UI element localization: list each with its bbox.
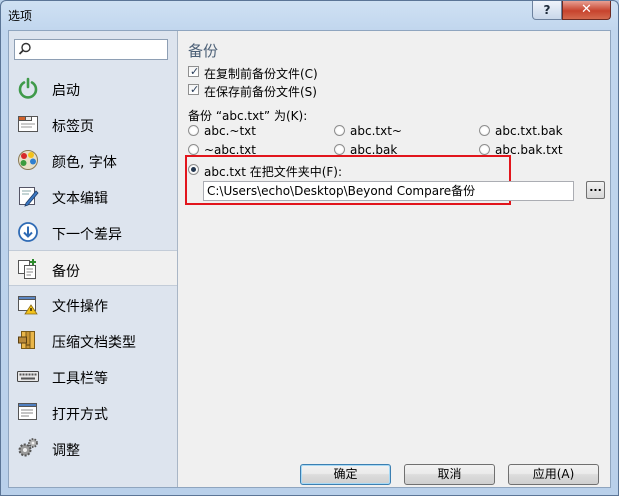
sidebar-item-label: 打开方式: [52, 407, 108, 423]
sidebar-item-backup[interactable]: 备份: [9, 250, 177, 286]
sidebar-item-label: 工具栏等: [52, 371, 108, 387]
open-with-icon: [18, 403, 37, 420]
sidebar-item-label: 启动: [52, 83, 80, 99]
checkbox-label: 在复制前备份文件(C): [204, 67, 318, 81]
sidebar-item-open-with[interactable]: 打开方式: [9, 394, 176, 430]
sidebar-item-tabs[interactable]: 标签页: [9, 106, 176, 142]
power-icon: [18, 77, 38, 99]
sidebar: 启动 标签页 颜色, 字体 文本编辑 下一个差异 备份 文件操作 压缩文档类型 …: [9, 31, 178, 487]
radio-label: abc.txt~: [350, 124, 402, 138]
sidebar-item-text-editing[interactable]: 文本编辑: [9, 178, 176, 214]
radio-label: abc.txt 在把文件夹中(F):: [204, 165, 343, 179]
sidebar-item-label: 标签页: [52, 119, 94, 135]
radio-circle[interactable]: [188, 125, 199, 136]
gears-icon: [18, 438, 38, 457]
radio-circle[interactable]: [479, 144, 490, 155]
file-operations-icon: [18, 296, 38, 315]
radio-dot: [191, 167, 196, 172]
sidebar-item-tweaks[interactable]: 调整: [9, 430, 176, 466]
radio-label: abc.~txt: [204, 124, 256, 138]
sidebar-item-startup[interactable]: 启动: [9, 70, 176, 106]
checkbox-box[interactable]: ✓: [188, 83, 200, 96]
window-title: 选项: [8, 9, 33, 23]
ok-button[interactable]: 确定: [300, 464, 391, 485]
options-dialog: 选项 ? ✕ 启动 标签页 颜色, 字体 文本编辑 下一个差异 备份 文件操作 …: [0, 0, 619, 496]
radio-circle[interactable]: [188, 164, 199, 175]
radio-circle[interactable]: [479, 125, 490, 136]
search-icon: [18, 42, 31, 55]
dialog-client-area: 启动 标签页 颜色, 字体 文本编辑 下一个差异 备份 文件操作 压缩文档类型 …: [8, 30, 611, 488]
sidebar-item-label: 颜色, 字体: [52, 155, 117, 171]
checkbox-box[interactable]: ✓: [188, 65, 200, 78]
sidebar-item-archive-types[interactable]: 压缩文档类型: [9, 322, 176, 358]
sidebar-item-label: 调整: [52, 443, 80, 459]
search-input[interactable]: [14, 39, 168, 60]
title-bar[interactable]: 选项 ? ✕: [1, 1, 618, 29]
sidebar-item-toolbars[interactable]: 工具栏等: [9, 358, 176, 394]
section-title: 备份: [188, 42, 219, 60]
archive-icon: [18, 331, 35, 349]
backup-folder-path-input[interactable]: C:\Users\echo\Desktop\Beyond Compare备份: [203, 181, 574, 201]
apply-button[interactable]: 应用(A): [508, 464, 599, 485]
text-edit-icon: [19, 187, 39, 207]
radio-label: abc.txt.bak: [495, 124, 563, 138]
browse-button[interactable]: ...: [586, 181, 605, 199]
backup-as-label: 备份 “abc.txt” 为(K):: [188, 109, 308, 123]
sidebar-item-label: 文件操作: [52, 299, 108, 315]
radio-circle[interactable]: [188, 144, 199, 155]
keyboard-icon: [17, 371, 39, 382]
palette-icon: [18, 150, 38, 170]
tabs-icon: [18, 116, 38, 132]
checkbox-label: 在保存前备份文件(S): [204, 85, 317, 99]
checkmark-icon: ✓: [190, 65, 200, 78]
sidebar-item-next-difference[interactable]: 下一个差异: [9, 214, 176, 250]
radio-circle[interactable]: [334, 125, 345, 136]
sidebar-item-label: 压缩文档类型: [52, 335, 136, 351]
sidebar-item-label: 备份: [52, 264, 80, 280]
sidebar-item-colors-fonts[interactable]: 颜色, 字体: [9, 142, 176, 178]
radio-circle[interactable]: [334, 144, 345, 155]
sidebar-item-file-operations[interactable]: 文件操作: [9, 286, 176, 322]
next-difference-icon: [18, 222, 38, 242]
sidebar-item-label: 下一个差异: [52, 227, 122, 243]
sidebar-item-label: 文本编辑: [52, 191, 108, 207]
checkmark-icon: ✓: [190, 83, 200, 96]
backup-icon: [18, 259, 36, 279]
cancel-button[interactable]: 取消: [404, 464, 495, 485]
close-button[interactable]: ✕: [562, 1, 611, 20]
backup-settings-panel: 备份 ✓ 在复制前备份文件(C) ✓ 在保存前备份文件(S) 备份 “abc.t…: [177, 31, 610, 487]
help-button[interactable]: ?: [532, 1, 562, 20]
